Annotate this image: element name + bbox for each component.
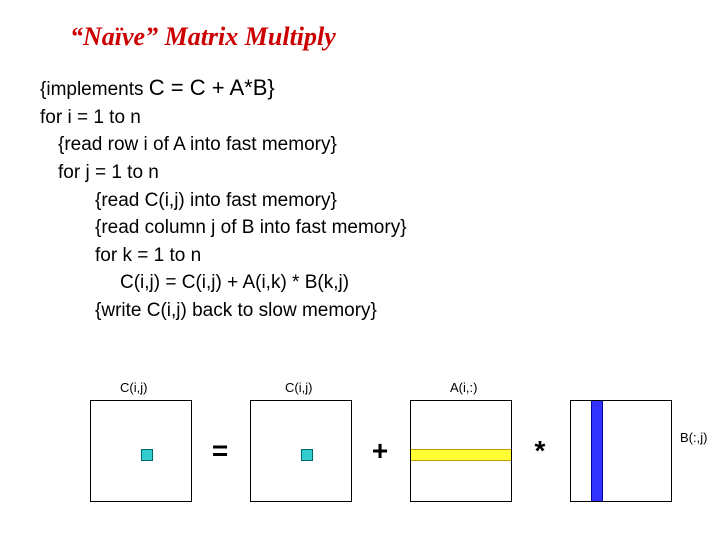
code-line-6: {read column j of B into fast memory} bbox=[95, 214, 407, 242]
label-c-left: C(i,j) bbox=[120, 380, 147, 395]
code-line-2: for i = 1 to n bbox=[40, 104, 407, 132]
code-line-8: C(i,j) = C(i,j) + A(i,k) * B(k,j) bbox=[120, 269, 407, 297]
matrix-c-right bbox=[250, 400, 352, 502]
equals-sign: = bbox=[208, 435, 232, 467]
label-b-col: B(:,j) bbox=[680, 430, 707, 445]
slide-title: “Naïve” Matrix Multiply bbox=[70, 22, 336, 52]
label-c-right: C(i,j) bbox=[285, 380, 312, 395]
matrix-a bbox=[410, 400, 512, 502]
code-line-4: for j = 1 to n bbox=[58, 159, 407, 187]
matrix-c-left bbox=[90, 400, 192, 502]
code-line-3: {read row i of A into fast memory} bbox=[58, 131, 407, 159]
code-line-9: {write C(i,j) back to slow memory} bbox=[95, 297, 407, 325]
a-row-strip bbox=[411, 449, 511, 461]
plus-sign: + bbox=[368, 435, 392, 467]
cell-cij-right bbox=[301, 449, 313, 461]
code-line-1: {implements C = C + A*B} bbox=[40, 72, 407, 104]
code-implements-text: {implements bbox=[40, 79, 149, 100]
times-sign: * bbox=[528, 435, 552, 467]
code-line-7: for k = 1 to n bbox=[95, 242, 407, 270]
b-col-strip bbox=[591, 401, 603, 501]
pseudocode-block: {implements C = C + A*B} for i = 1 to n … bbox=[40, 72, 407, 324]
label-a-row: A(i,:) bbox=[450, 380, 477, 395]
code-line-5: {read C(i,j) into fast memory} bbox=[95, 187, 407, 215]
matrix-b bbox=[570, 400, 672, 502]
cell-cij-left bbox=[141, 449, 153, 461]
code-formula: C = C + A*B} bbox=[149, 75, 275, 100]
